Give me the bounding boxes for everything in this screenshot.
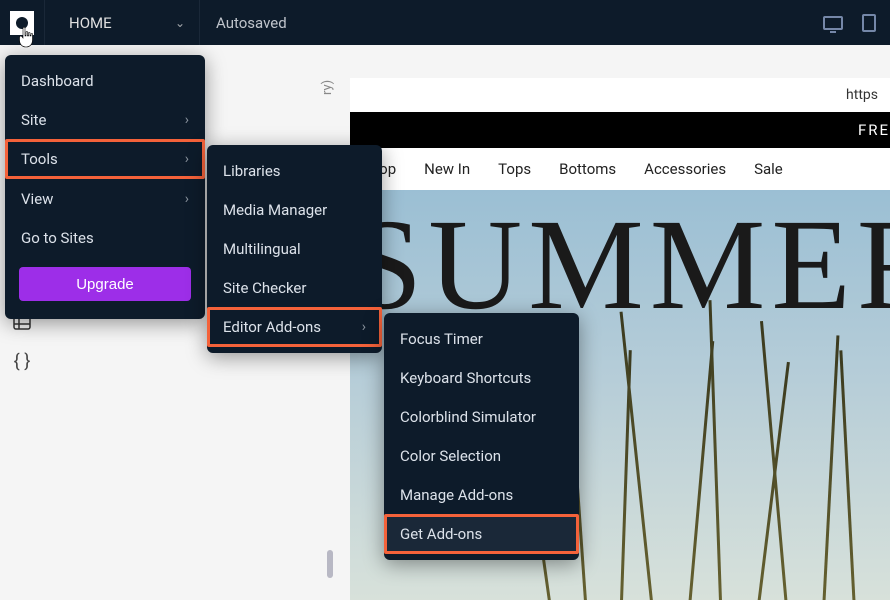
device-preview-group xyxy=(822,12,890,34)
addon-item-manage-addons[interactable]: Manage Add-ons xyxy=(384,475,579,514)
submenu-item-label: Editor Add-ons xyxy=(223,318,321,336)
url-bar: https xyxy=(350,78,890,112)
menu-item-dashboard[interactable]: Dashboard xyxy=(5,61,205,100)
submenu-item-libraries[interactable]: Libraries xyxy=(207,151,382,190)
chevron-down-icon: ⌄ xyxy=(175,16,185,30)
submenu-item-label: Site Checker xyxy=(223,279,306,297)
chevron-right-icon: › xyxy=(185,112,189,128)
tools-submenu: Libraries Media Manager Multilingual Sit… xyxy=(207,145,382,353)
nav-link-bottoms[interactable]: Bottoms xyxy=(559,160,616,178)
upgrade-button[interactable]: Upgrade xyxy=(19,267,191,301)
top-bar: HOME ⌄ Autosaved xyxy=(0,0,890,45)
panel-label-truncated: ry) xyxy=(320,80,335,95)
left-rail: { } xyxy=(0,310,44,372)
tablet-icon xyxy=(862,14,876,32)
submenu-item-label: Multilingual xyxy=(223,240,301,258)
addon-item-label: Color Selection xyxy=(400,447,501,465)
autosave-status: Autosaved xyxy=(200,14,287,32)
addon-item-label: Manage Add-ons xyxy=(400,486,513,504)
addon-item-keyboard-shortcuts[interactable]: Keyboard Shortcuts xyxy=(384,358,579,397)
menu-item-tools[interactable]: Tools › xyxy=(5,139,205,179)
menu-item-label: Tools xyxy=(21,150,58,168)
addon-item-colorblind-simulator[interactable]: Colorblind Simulator xyxy=(384,397,579,436)
submenu-item-multilingual[interactable]: Multilingual xyxy=(207,229,382,268)
addon-item-get-addons[interactable]: Get Add-ons xyxy=(384,514,579,554)
submenu-item-label: Media Manager xyxy=(223,201,327,219)
editor-addons-submenu: Focus Timer Keyboard Shortcuts Colorblin… xyxy=(384,313,579,560)
menu-item-label: View xyxy=(21,190,53,208)
menu-item-label: Site xyxy=(21,111,46,129)
home-dropdown[interactable]: HOME ⌄ xyxy=(45,0,200,45)
chevron-right-icon: › xyxy=(185,151,189,167)
chevron-right-icon: › xyxy=(185,191,189,207)
app-logo-icon xyxy=(10,11,34,35)
menu-item-label: Dashboard xyxy=(21,72,94,90)
menu-item-view[interactable]: View › xyxy=(5,179,205,218)
upgrade-wrap: Upgrade xyxy=(5,257,205,313)
main-menu: Dashboard Site › Tools › View › Go to Si… xyxy=(5,55,205,319)
addon-item-label: Keyboard Shortcuts xyxy=(400,369,531,387)
braces-icon: { } xyxy=(14,351,31,372)
nav-link-tops[interactable]: Tops xyxy=(498,160,531,178)
url-scheme: https xyxy=(846,87,878,103)
addon-item-color-selection[interactable]: Color Selection xyxy=(384,436,579,475)
nav-link-sale[interactable]: Sale xyxy=(754,160,783,178)
app-logo-button[interactable] xyxy=(0,0,45,45)
promo-strip: FRE xyxy=(350,112,890,148)
scrollbar-thumb[interactable] xyxy=(327,550,333,578)
promo-text: FRE xyxy=(858,121,890,139)
menu-item-go-to-sites[interactable]: Go to Sites xyxy=(5,218,205,257)
submenu-item-editor-addons[interactable]: Editor Add-ons › xyxy=(207,307,382,347)
addon-item-label: Focus Timer xyxy=(400,330,483,348)
chevron-right-icon: › xyxy=(362,319,366,335)
nav-link-accessories[interactable]: Accessories xyxy=(644,160,726,178)
desktop-preview-button[interactable] xyxy=(822,12,844,34)
rail-code-icon[interactable]: { } xyxy=(11,350,33,372)
tablet-preview-button[interactable] xyxy=(858,12,880,34)
menu-item-site[interactable]: Site › xyxy=(5,100,205,139)
home-label: HOME xyxy=(69,14,112,32)
nav-link-new-in[interactable]: New In xyxy=(424,160,470,178)
submenu-item-site-checker[interactable]: Site Checker xyxy=(207,268,382,307)
addon-item-label: Colorblind Simulator xyxy=(400,408,536,426)
submenu-item-media-manager[interactable]: Media Manager xyxy=(207,190,382,229)
submenu-item-label: Libraries xyxy=(223,162,281,180)
site-nav: Shop New In Tops Bottoms Accessories Sal… xyxy=(350,148,890,190)
addon-item-focus-timer[interactable]: Focus Timer xyxy=(384,319,579,358)
menu-item-label: Go to Sites xyxy=(21,229,94,247)
monitor-icon xyxy=(823,16,843,30)
addon-item-label: Get Add-ons xyxy=(400,525,482,543)
